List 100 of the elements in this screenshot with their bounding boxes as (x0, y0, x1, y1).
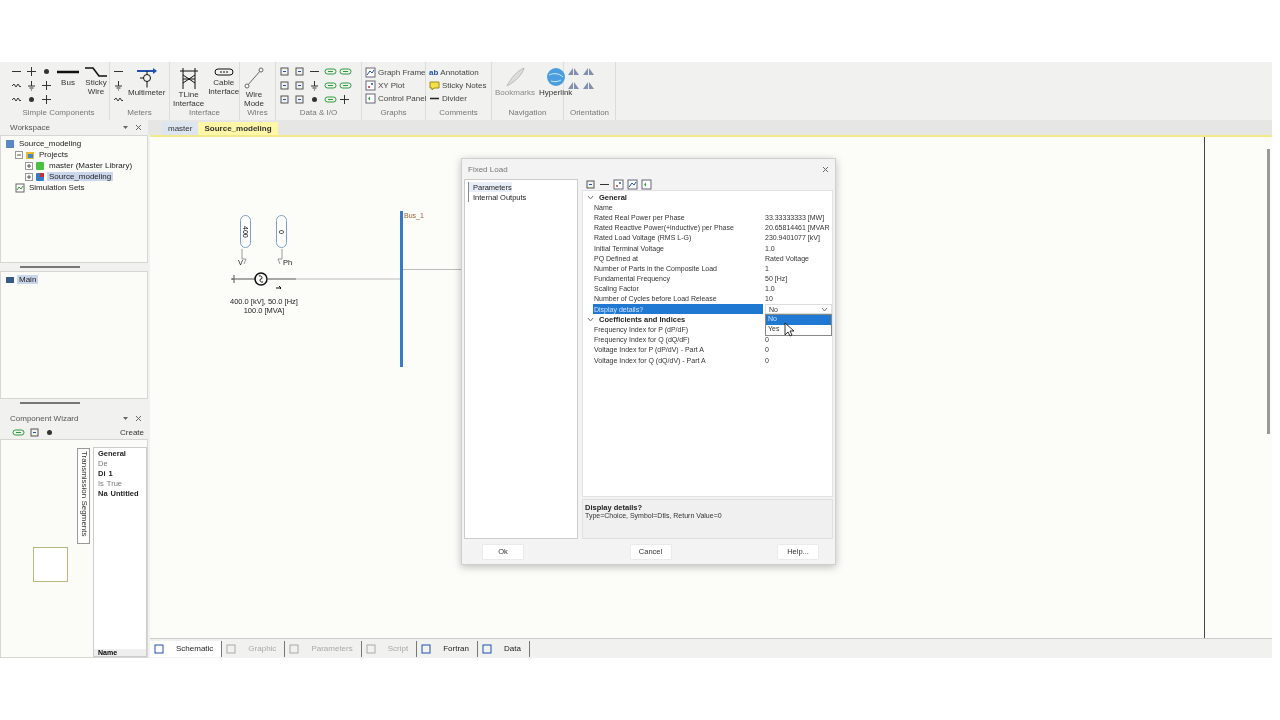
globe-icon (544, 66, 567, 88)
tab-icon (482, 643, 492, 654)
note-icon (429, 80, 440, 91)
create-button[interactable]: Create (120, 427, 144, 437)
flip-icon (582, 80, 595, 91)
dialog-title: Fixed Load (468, 164, 508, 174)
block-icon (294, 80, 305, 91)
group-label: Navigation (507, 108, 548, 119)
ribbon-button[interactable]: XY Plot (365, 79, 405, 92)
group-label: Graphs (379, 108, 408, 119)
flip-icon (567, 66, 580, 77)
document-tab[interactable]: master (162, 122, 199, 135)
tab-icon (154, 643, 164, 654)
scrollbar-thumb[interactable] (1266, 149, 1270, 434)
bent-wire-icon (84, 66, 108, 78)
ribbon-button[interactable]: Wire Mode (243, 66, 265, 108)
dot-icon (309, 94, 320, 105)
view-tab[interactable]: Fortran (417, 640, 478, 657)
plot-icon (365, 80, 376, 91)
block-icon (279, 94, 290, 105)
panel-icon (365, 93, 376, 104)
ground-icon (26, 80, 37, 91)
tab-icon (365, 643, 376, 654)
tree-item[interactable]: Projects (37, 150, 70, 159)
chevron-icon (587, 193, 594, 201)
preview-box (33, 547, 68, 582)
chevron-icon (587, 315, 594, 323)
ground-icon (113, 80, 124, 91)
ribbon-button[interactable]: Multimeter (128, 66, 166, 97)
chart-icon (365, 67, 376, 78)
chart-icon (15, 182, 25, 193)
flip-icon (582, 66, 595, 77)
ribbon-button[interactable]: Control Panel (365, 92, 427, 105)
ribbon-button[interactable]: ab Annotation (429, 66, 479, 79)
cube-icon (35, 171, 45, 182)
junction-icon (41, 94, 52, 105)
tower-icon (177, 66, 200, 90)
junction-icon (339, 94, 350, 105)
ribbon-button[interactable]: Bus (56, 66, 80, 87)
close-icon (822, 165, 829, 173)
ground-icon (309, 80, 320, 91)
block-icon (279, 80, 290, 91)
link-icon (324, 94, 337, 105)
annotation-icon: ab (429, 68, 439, 77)
group-label: Comments (438, 108, 479, 119)
close-icon (135, 124, 142, 131)
ribbon-button[interactable]: Graph Frame (365, 66, 426, 79)
dot-icon (41, 66, 52, 77)
flip-icon (567, 80, 580, 91)
caret-icon (821, 305, 828, 313)
junction-icon (26, 66, 37, 77)
ribbon-button[interactable]: Hyperlink (539, 66, 573, 97)
tree-item[interactable]: Simulation Sets (27, 183, 87, 192)
view-tab[interactable]: Schematic (150, 640, 223, 657)
view-tab[interactable]: Data (478, 640, 530, 657)
tab-icon (421, 643, 432, 654)
group-label: Wires (246, 108, 269, 119)
feather-icon (503, 66, 527, 88)
module-icon (5, 274, 15, 285)
ribbon-button[interactable]: Sticky Wire (84, 66, 108, 96)
ribbon-button[interactable]: Divider (429, 92, 467, 105)
wire (403, 269, 463, 270)
block-icon (294, 66, 305, 77)
close-icon (135, 414, 142, 422)
document-tab[interactable]: Source_modeling (198, 122, 278, 135)
ribbon-button[interactable]: Cable Interface (208, 66, 240, 96)
block-icon (585, 179, 596, 190)
group-label: Interface (187, 108, 222, 119)
dropdown-icon (122, 124, 129, 131)
plus-box-icon (25, 172, 33, 181)
link-icon (12, 426, 25, 438)
dropdown-icon (122, 414, 129, 422)
tab-icon (226, 643, 237, 654)
dot-icon (26, 94, 37, 105)
link-icon (324, 66, 337, 77)
cable-icon (211, 66, 236, 78)
block-icon (294, 94, 305, 105)
link-icon (339, 66, 352, 77)
panel-title: Workspace (10, 123, 51, 132)
tree-item[interactable]: master (Master Library) (47, 161, 135, 170)
panel-title: Component Wizard (10, 413, 80, 423)
link-icon (339, 80, 352, 91)
link-icon (324, 80, 337, 91)
ribbon-button[interactable]: Sticky Notes (429, 79, 487, 92)
meter-icon (134, 66, 159, 88)
side-tab[interactable]: Transmission Segments (77, 448, 90, 544)
group-label: Simple Components (21, 108, 96, 119)
cube-icon (35, 160, 45, 171)
junction-icon (41, 80, 52, 91)
tree-item[interactable]: Main (17, 275, 39, 284)
group-label: Data & I/O (298, 108, 339, 119)
ribbon-button[interactable]: TLine Interface (173, 66, 205, 108)
tree-item[interactable]: Source_modeling (47, 172, 114, 181)
tab-icon (289, 643, 300, 654)
tree-item[interactable]: Source_modeling (17, 139, 84, 148)
folder-icon (25, 149, 35, 160)
block-icon (29, 426, 40, 438)
minus-box-icon (15, 150, 23, 159)
workspace-icon (5, 138, 15, 149)
wire-icon (243, 66, 265, 90)
